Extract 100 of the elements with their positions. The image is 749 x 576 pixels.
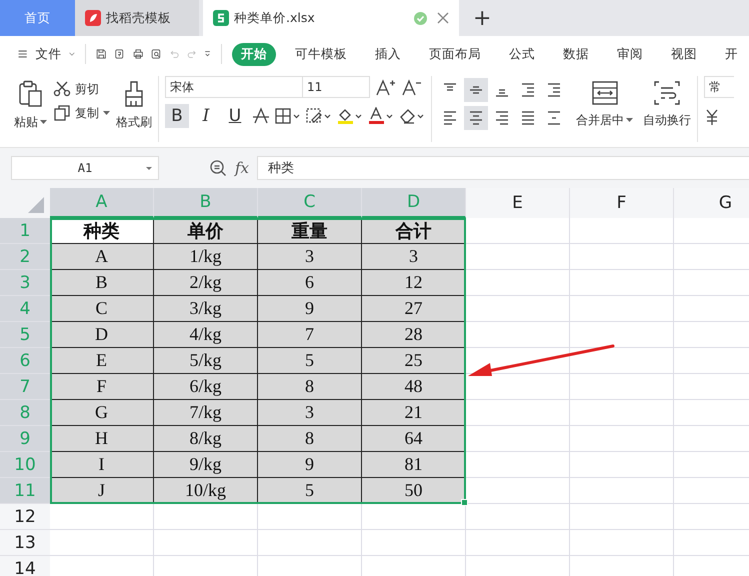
ribbon-tab[interactable]: 可牛模板 [286, 42, 356, 66]
select-all-icon[interactable] [28, 197, 44, 213]
ribbon-tab[interactable]: 插入 [366, 42, 410, 66]
grid-cell[interactable] [570, 556, 674, 576]
grid-cell[interactable] [570, 348, 674, 374]
currency-icon[interactable] [704, 108, 720, 126]
grid-cell[interactable] [674, 504, 749, 530]
chevron-down-icon[interactable] [69, 50, 76, 58]
grid-cell[interactable] [466, 322, 570, 348]
grid-cell[interactable] [466, 478, 570, 504]
caret-icon[interactable] [626, 118, 633, 123]
grid-cell[interactable] [466, 244, 570, 270]
grid-cell[interactable] [570, 322, 674, 348]
grid-cell[interactable] [154, 556, 258, 576]
grid-cell[interactable] [570, 400, 674, 426]
name-box[interactable]: A1 [11, 156, 159, 180]
grid-cell[interactable] [466, 374, 570, 400]
cell-style-icon[interactable] [306, 107, 332, 125]
grid-cell[interactable] [466, 426, 570, 452]
grid-cell[interactable] [570, 504, 674, 530]
cut-button[interactable]: 剪切 [75, 80, 99, 98]
caret-icon[interactable] [103, 110, 110, 116]
wrap-text-icon[interactable] [653, 80, 681, 106]
grid-cell[interactable] [674, 322, 749, 348]
grid-cell[interactable] [570, 218, 674, 244]
grid-cell[interactable] [674, 530, 749, 556]
paste-button[interactable]: 粘贴 [14, 114, 38, 131]
document-tab[interactable]: 找稻壳模板 [75, 0, 199, 36]
grid-cell[interactable] [362, 556, 466, 576]
bold-button[interactable]: B [165, 104, 189, 128]
grid-cell[interactable] [466, 296, 570, 322]
grid-cell[interactable] [50, 530, 154, 556]
grid-cell[interactable] [50, 504, 154, 530]
underline-button[interactable]: U [223, 104, 247, 128]
wrap-text-button[interactable]: 自动换行 [643, 112, 691, 129]
ribbon-tab[interactable]: 数据 [554, 42, 598, 66]
decrease-font-icon[interactable] [402, 78, 422, 96]
grid-cell[interactable] [466, 270, 570, 296]
grid-cell[interactable] [674, 478, 749, 504]
grid-cell[interactable] [674, 218, 749, 244]
format-painter-button[interactable]: 格式刷 [116, 114, 152, 131]
grid-cell[interactable] [154, 504, 258, 530]
grid-cell[interactable] [674, 348, 749, 374]
grid-cell[interactable] [674, 296, 749, 322]
grid-cell[interactable] [466, 218, 570, 244]
close-icon[interactable] [437, 12, 449, 24]
font-name-dropdown[interactable]: 宋体 [165, 76, 303, 98]
align-middle-icon[interactable] [464, 78, 488, 102]
grid-cell[interactable] [570, 296, 674, 322]
strikethrough-icon[interactable] [252, 107, 270, 125]
document-tab[interactable]: 种类单价.xlsx [203, 0, 459, 36]
new-tab-button[interactable]: + [463, 0, 502, 36]
function-button[interactable]: fx [235, 159, 250, 177]
merge-cells-icon[interactable] [590, 80, 618, 106]
grid-cell[interactable] [258, 504, 362, 530]
number-format-dropdown[interactable]: 常 [704, 76, 734, 98]
ribbon-tab[interactable]: 视图 [662, 42, 706, 66]
ribbon-tab[interactable]: 页面布局 [420, 42, 490, 66]
grid-cell[interactable] [570, 452, 674, 478]
grid-cell[interactable] [50, 556, 154, 576]
align-center-icon[interactable] [464, 106, 488, 130]
font-color-icon[interactable] [368, 107, 394, 125]
grid-cell[interactable] [674, 270, 749, 296]
grid-cell[interactable] [570, 426, 674, 452]
grid-cell[interactable] [362, 530, 466, 556]
merge-center-button[interactable]: 合并居中 [576, 112, 624, 129]
grid-cell[interactable] [258, 556, 362, 576]
formula-input[interactable]: 种类 [257, 156, 749, 180]
grid-cell[interactable] [570, 270, 674, 296]
ribbon-tab[interactable]: 开 [716, 42, 747, 66]
caret-icon[interactable] [40, 120, 47, 125]
grid-cell[interactable] [570, 478, 674, 504]
grid-cell[interactable] [466, 400, 570, 426]
eraser-icon[interactable] [399, 107, 425, 125]
italic-button[interactable]: I [194, 104, 218, 128]
grid-cell[interactable] [674, 426, 749, 452]
grid-cell[interactable] [570, 530, 674, 556]
borders-icon[interactable] [275, 107, 301, 125]
grid-cell[interactable] [362, 504, 466, 530]
grid-cell[interactable] [674, 452, 749, 478]
grid-cell[interactable] [674, 244, 749, 270]
file-menu[interactable]: 文件 [35, 46, 62, 62]
copy-button[interactable]: 复制 [75, 104, 99, 122]
grid-cell[interactable] [674, 400, 749, 426]
grid-cell[interactable] [466, 530, 570, 556]
ribbon-tab[interactable]: 公式 [500, 42, 544, 66]
grid-cell[interactable] [570, 244, 674, 270]
scissors-icon[interactable] [53, 80, 71, 98]
grid-cell[interactable] [466, 556, 570, 576]
grid-cell[interactable] [154, 530, 258, 556]
grid-cell[interactable] [570, 374, 674, 400]
increase-font-icon[interactable] [376, 78, 396, 96]
grid-cell[interactable] [466, 504, 570, 530]
copy-icon[interactable] [53, 104, 71, 122]
grid-cell[interactable] [466, 452, 570, 478]
zoom-icon[interactable] [209, 159, 227, 177]
grid-cell[interactable] [674, 374, 749, 400]
ribbon-tab[interactable]: 审阅 [608, 42, 652, 66]
fill-color-icon[interactable] [337, 107, 363, 125]
font-size-dropdown[interactable]: 11 [302, 76, 370, 98]
